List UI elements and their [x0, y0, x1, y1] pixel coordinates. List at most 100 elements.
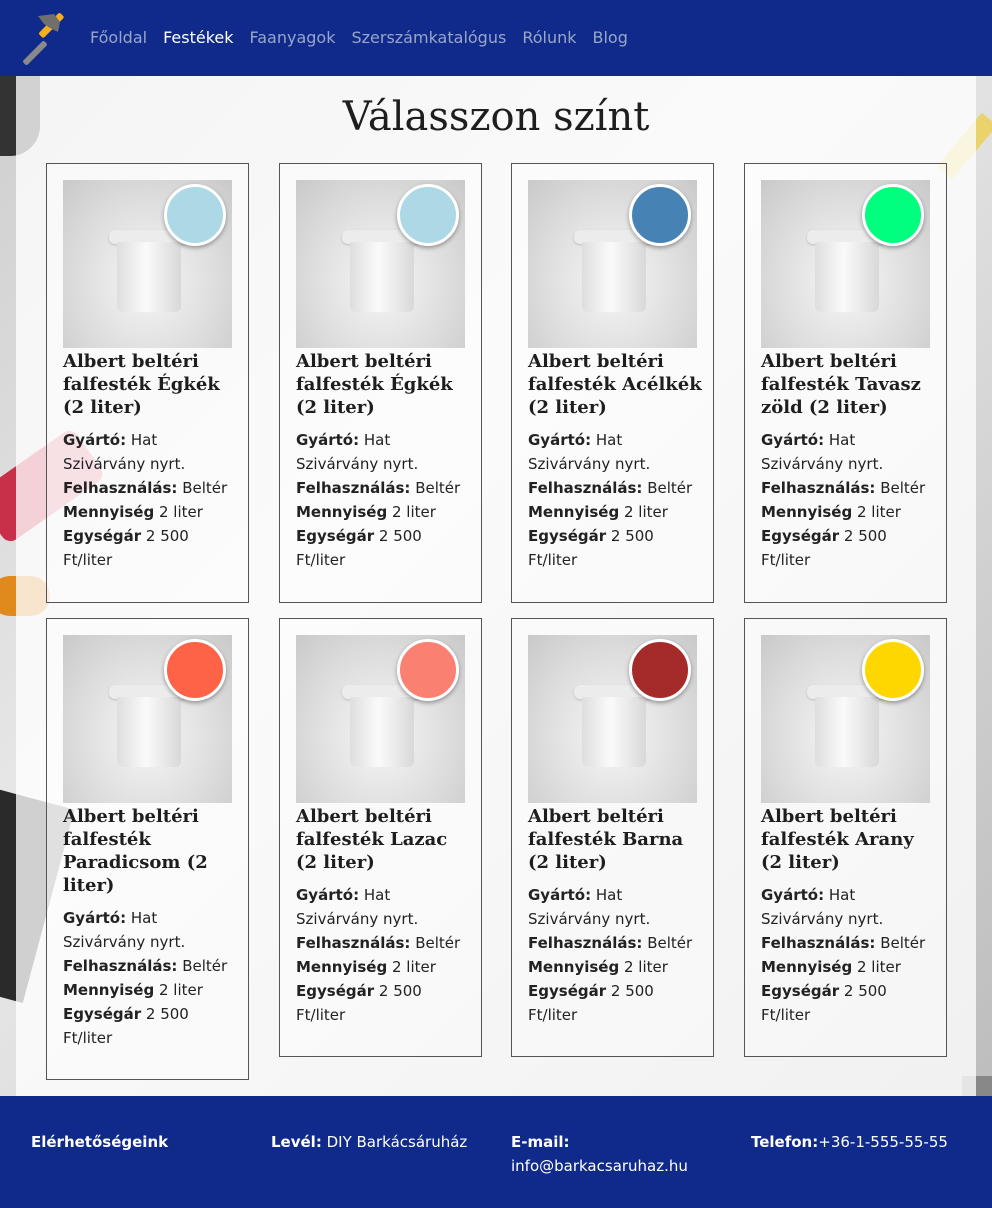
quantity-label: Mennyiség	[296, 958, 388, 976]
footer-phone: Telefon:+36-1-555-55-55	[751, 1130, 971, 1154]
product-title[interactable]: Albert beltéri falfesték Tavasz zöld (2 …	[761, 350, 936, 419]
unit-price-label: Egységár	[761, 527, 840, 545]
nav-tool-catalog[interactable]: Szerszámkatalógus	[351, 28, 506, 47]
usage-value: Beltér	[880, 934, 926, 952]
paint-bucket-image[interactable]	[528, 635, 697, 803]
paint-bucket-image[interactable]	[63, 635, 232, 803]
paint-bucket-image[interactable]	[761, 635, 930, 803]
usage-value: Beltér	[647, 934, 693, 952]
quantity-value: 2 liter	[159, 981, 203, 999]
product-title[interactable]: Albert beltéri falfesték Égkék (2 liter)	[63, 350, 238, 419]
product-info: Gyártó: Hat Szivárvány nyrt. Felhasználás…	[761, 883, 936, 1027]
unit-price-label: Egységár	[63, 1005, 142, 1023]
mail-label: Levél:	[271, 1133, 322, 1151]
quantity-value: 2 liter	[392, 503, 436, 521]
manufacturer-label: Gyártó:	[296, 886, 360, 904]
nav-blog[interactable]: Blog	[593, 28, 628, 47]
color-swatch	[629, 639, 691, 701]
product-info: Gyártó: Hat Szivárvány nyrt. Felhasználás…	[296, 428, 471, 572]
product-title[interactable]: Albert beltéri falfesték Lazac (2 liter)	[296, 805, 471, 874]
product-title[interactable]: Albert beltéri falfesték Arany (2 liter)	[761, 805, 936, 874]
usage-label: Felhasználás:	[528, 479, 643, 497]
product-info: Gyártó: Hat Szivárvány nyrt. Felhasználás…	[528, 428, 703, 572]
unit-price-label: Egységár	[63, 527, 142, 545]
paint-bucket-image[interactable]	[296, 635, 465, 803]
nav-paints[interactable]: Festékek	[163, 28, 233, 47]
product-title[interactable]: Albert beltéri falfesték Paradicsom (2 l…	[63, 805, 238, 897]
manufacturer-label: Gyártó:	[63, 909, 127, 927]
quantity-value: 2 liter	[159, 503, 203, 521]
usage-value: Beltér	[415, 934, 461, 952]
usage-value: Beltér	[415, 479, 461, 497]
paint-bucket-image[interactable]	[761, 180, 930, 348]
manufacturer-label: Gyártó:	[761, 886, 825, 904]
bucket-icon	[109, 685, 189, 769]
product-info: Gyártó: Hat Szivárvány nyrt. Felhasználás…	[63, 906, 238, 1050]
bucket-icon	[109, 230, 189, 314]
manufacturer-label: Gyártó:	[761, 431, 825, 449]
product-card[interactable]: Albert beltéri falfesték Arany (2 liter)…	[744, 618, 947, 1057]
email-label: E-mail:	[511, 1133, 570, 1151]
manufacturer-label: Gyártó:	[528, 431, 592, 449]
unit-price-label: Egységár	[296, 527, 375, 545]
product-title[interactable]: Albert beltéri falfesték Égkék (2 liter)	[296, 350, 471, 419]
usage-value: Beltér	[880, 479, 926, 497]
email-link[interactable]: info@barkacsaruhaz.hu	[511, 1157, 688, 1175]
nav-lumber[interactable]: Faanyagok	[250, 28, 336, 47]
product-card[interactable]: Albert beltéri falfesték Tavasz zöld (2 …	[744, 163, 947, 603]
bucket-icon	[574, 230, 654, 314]
hammer-logo-icon[interactable]	[14, 10, 70, 66]
bucket-icon	[342, 230, 422, 314]
footer-heading: Elérhetőségeink	[31, 1130, 251, 1154]
usage-label: Felhasználás:	[761, 479, 876, 497]
product-card[interactable]: Albert beltéri falfesték Paradicsom (2 l…	[46, 618, 249, 1080]
nav-home[interactable]: Főoldal	[90, 28, 147, 47]
product-info: Gyártó: Hat Szivárvány nyrt. Felhasználás…	[296, 883, 471, 1027]
quantity-label: Mennyiség	[761, 958, 853, 976]
bucket-icon	[807, 230, 887, 314]
phone-value: +36-1-555-55-55	[818, 1133, 948, 1151]
product-card[interactable]: Albert beltéri falfesték Égkék (2 liter)…	[279, 163, 482, 603]
main-nav: Főoldal Festékek Faanyagok Szerszámkatal…	[90, 28, 628, 47]
contacts-heading: Elérhetőségeink	[31, 1133, 169, 1151]
usage-label: Felhasználás:	[296, 934, 411, 952]
product-card[interactable]: Albert beltéri falfesték Lazac (2 liter)…	[279, 618, 482, 1057]
usage-label: Felhasználás:	[761, 934, 876, 952]
color-swatch	[397, 184, 459, 246]
color-swatch	[862, 184, 924, 246]
color-swatch	[629, 184, 691, 246]
unit-price-label: Egységár	[761, 982, 840, 1000]
product-title[interactable]: Albert beltéri falfesték Acélkék (2 lite…	[528, 350, 703, 419]
unit-price-label: Egységár	[296, 982, 375, 1000]
quantity-value: 2 liter	[857, 958, 901, 976]
bucket-icon	[807, 685, 887, 769]
mail-value: DIY Barkácsáruház	[326, 1133, 468, 1151]
quantity-label: Mennyiség	[528, 503, 620, 521]
footer-email: E-mail: info@barkacsaruhaz.hu	[511, 1130, 711, 1178]
product-card[interactable]: Albert beltéri falfesték Égkék (2 liter)…	[46, 163, 249, 603]
page-title: Válasszon színt	[342, 94, 650, 140]
quantity-label: Mennyiség	[761, 503, 853, 521]
color-swatch	[164, 184, 226, 246]
product-title[interactable]: Albert beltéri falfesték Barna (2 liter)	[528, 805, 703, 874]
bucket-icon	[574, 685, 654, 769]
usage-label: Felhasználás:	[528, 934, 643, 952]
usage-label: Felhasználás:	[63, 479, 178, 497]
nav-about[interactable]: Rólunk	[522, 28, 576, 47]
usage-label: Felhasználás:	[296, 479, 411, 497]
usage-value: Beltér	[182, 957, 228, 975]
paint-bucket-image[interactable]	[296, 180, 465, 348]
paint-bucket-image[interactable]	[63, 180, 232, 348]
bucket-icon	[342, 685, 422, 769]
product-card[interactable]: Albert beltéri falfesték Barna (2 liter)…	[511, 618, 714, 1057]
color-swatch	[164, 639, 226, 701]
site-footer: Elérhetőségeink Levél: DIY Barkácsáruház…	[0, 1096, 992, 1208]
quantity-value: 2 liter	[624, 503, 668, 521]
quantity-label: Mennyiség	[63, 503, 155, 521]
paint-bucket-image[interactable]	[528, 180, 697, 348]
quantity-label: Mennyiség	[63, 981, 155, 999]
product-card[interactable]: Albert beltéri falfesték Acélkék (2 lite…	[511, 163, 714, 603]
unit-price-label: Egységár	[528, 527, 607, 545]
manufacturer-label: Gyártó:	[296, 431, 360, 449]
color-swatch	[862, 639, 924, 701]
